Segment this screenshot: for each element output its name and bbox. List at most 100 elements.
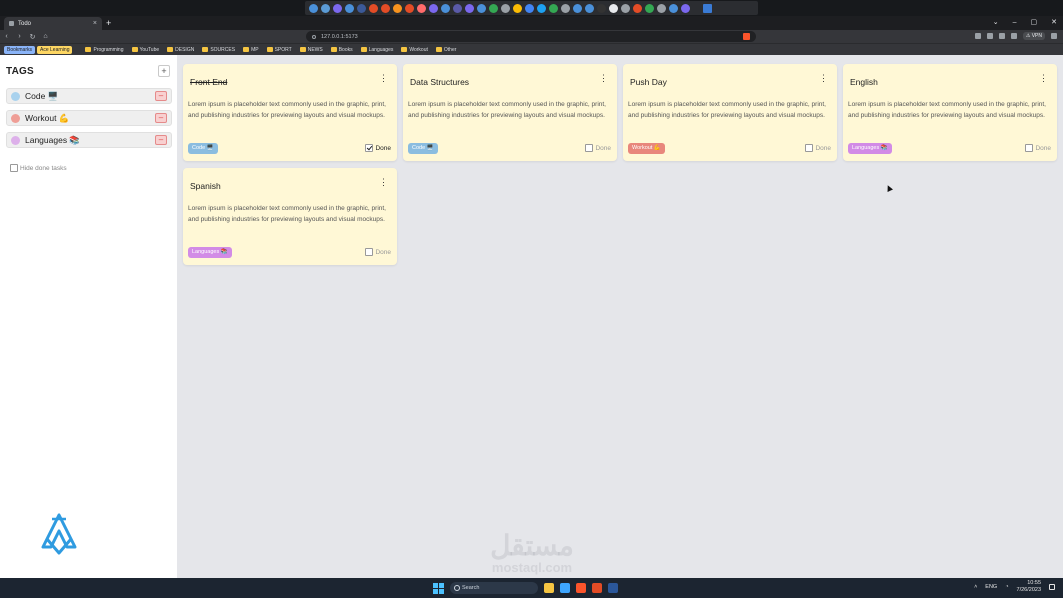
extension-icon[interactable] (561, 3, 570, 13)
extension-icon[interactable] (513, 3, 522, 13)
extension-icon[interactable] (345, 3, 354, 13)
bookmark-folder[interactable]: Books (328, 47, 356, 53)
taskbar-app-icon[interactable] (544, 583, 554, 593)
bookmark-folder[interactable]: Other (433, 47, 460, 53)
extension-icon[interactable] (429, 3, 438, 13)
extension-icon[interactable] (465, 3, 474, 13)
extension-puzzle-icon[interactable] (703, 3, 712, 13)
remove-tag-button[interactable]: – (155, 135, 167, 145)
new-tab-button[interactable]: + (106, 17, 111, 29)
close-window-button[interactable]: ✕ (1051, 17, 1057, 29)
task-done-checkbox[interactable] (805, 144, 814, 152)
extension-icon[interactable] (525, 3, 534, 13)
extension-icon[interactable] (453, 3, 462, 13)
bookmark-folder[interactable]: NEWS (297, 47, 326, 53)
tab-search-icon[interactable]: ⌄ (993, 17, 999, 29)
extension-icon[interactable] (573, 3, 582, 13)
taskbar-app-icon[interactable] (592, 583, 602, 593)
maximize-button[interactable]: ▢ (1031, 17, 1038, 29)
task-done-toggle[interactable]: Done (805, 144, 831, 152)
tab-todo[interactable]: Todo × (4, 17, 102, 30)
task-card[interactable]: Data Structures ⋮ Lorem ipsum is placehold… (403, 64, 617, 161)
sidebar-icon[interactable] (998, 33, 1005, 39)
reload-button[interactable]: ↻ (26, 33, 39, 41)
extension-icon[interactable] (609, 3, 618, 13)
remove-tag-button[interactable]: – (155, 91, 167, 101)
windows-start-icon[interactable] (433, 582, 444, 594)
tray-chevron-icon[interactable]: ˄ (974, 584, 977, 590)
downloads-icon[interactable] (1010, 33, 1017, 39)
extension-icon[interactable] (549, 3, 558, 13)
site-info-icon[interactable] (312, 34, 316, 39)
task-tag-badge[interactable]: Code 🖥️ (188, 143, 218, 154)
bookmark-folder[interactable]: Programming (82, 47, 126, 53)
task-done-toggle[interactable]: Done (365, 248, 391, 256)
extension-icon[interactable] (405, 3, 414, 13)
notification-icon[interactable] (1049, 584, 1055, 590)
tag-row[interactable]: Workout 💪 – (6, 110, 172, 126)
extensions-bar[interactable] (305, 1, 758, 15)
bookmark-folder[interactable]: YouTube (129, 47, 163, 53)
task-tag-badge[interactable]: Workout 💪 (628, 143, 665, 154)
extension-icon[interactable] (681, 3, 690, 13)
bookmark-chip[interactable]: Ace Learning (37, 45, 73, 54)
address-bar[interactable]: 127.0.0.1:5173 (306, 31, 756, 42)
bookmark-folder[interactable]: Workout (398, 47, 431, 53)
task-menu-icon[interactable]: ⋮ (379, 178, 388, 187)
menu-icon[interactable] (1051, 33, 1057, 39)
task-done-checkbox[interactable] (1025, 144, 1034, 152)
remove-tag-button[interactable]: – (155, 113, 167, 123)
extension-icon[interactable] (657, 3, 666, 13)
tag-row[interactable]: Code 🖥️ – (6, 88, 172, 104)
tab-close-icon[interactable]: × (93, 20, 97, 27)
extension-icon[interactable] (537, 3, 546, 13)
task-done-checkbox[interactable] (365, 248, 374, 256)
task-menu-icon[interactable]: ⋮ (599, 74, 608, 83)
extension-icon[interactable] (309, 3, 318, 13)
extension-icon[interactable] (645, 3, 654, 13)
extension-icon[interactable] (621, 3, 630, 13)
bookmark-folder[interactable]: Languages (358, 47, 397, 53)
extension-icon[interactable] (357, 3, 366, 13)
brave-shields-icon[interactable] (743, 33, 750, 40)
extension-icon[interactable] (633, 3, 642, 13)
taskbar-search[interactable]: Search (450, 582, 538, 594)
extension-icon[interactable] (489, 3, 498, 13)
task-done-checkbox[interactable] (585, 144, 594, 152)
wallet-icon[interactable] (974, 33, 981, 39)
extension-icon[interactable] (477, 3, 486, 13)
tray-network-icon[interactable]: ◔ (1005, 584, 1008, 590)
bookmark-folder[interactable]: MP (240, 47, 262, 53)
extension-icon[interactable] (333, 3, 342, 13)
tray-language[interactable]: ENG (985, 584, 997, 590)
task-menu-icon[interactable]: ⋮ (379, 74, 388, 83)
extension-icon[interactable] (585, 3, 594, 13)
hide-done-toggle[interactable]: Hide done tasks (10, 164, 67, 172)
extension-icon[interactable] (597, 3, 606, 13)
home-button[interactable]: ⌂ (39, 33, 52, 40)
task-tag-badge[interactable]: Languages 📚 (848, 143, 892, 154)
tag-row[interactable]: Languages 📚 – (6, 132, 172, 148)
add-tag-button[interactable]: + (158, 65, 170, 77)
back-button[interactable]: ‹ (0, 33, 13, 40)
task-card[interactable]: Spanish ⋮ Lorem ipsum is placeholder text … (183, 168, 397, 265)
extension-icon[interactable] (501, 3, 510, 13)
extension-icon[interactable] (669, 3, 678, 13)
forward-button[interactable]: › (13, 33, 26, 40)
bookmark-chip[interactable]: Bookmarks (4, 45, 36, 54)
bookmark-folder[interactable]: DESIGN (164, 47, 197, 53)
minimize-button[interactable]: – (1013, 17, 1017, 29)
extension-icon[interactable] (393, 3, 402, 13)
bookmark-folder[interactable]: SPORT (264, 47, 295, 53)
taskbar-app-icon[interactable] (576, 583, 586, 593)
extension-icon[interactable] (381, 3, 390, 13)
vpn-button[interactable]: ⚠ VPN (1022, 32, 1045, 40)
task-done-toggle[interactable]: Done (365, 144, 391, 152)
extension-icon[interactable] (441, 3, 450, 13)
task-menu-icon[interactable]: ⋮ (819, 74, 828, 83)
task-menu-icon[interactable]: ⋮ (1039, 74, 1048, 83)
task-card[interactable]: English ⋮ Lorem ipsum is placeholder text … (843, 64, 1057, 161)
taskbar-app-icon[interactable] (560, 583, 570, 593)
task-tag-badge[interactable]: Code 🖥️ (408, 143, 438, 154)
task-tag-badge[interactable]: Languages 📚 (188, 247, 232, 258)
